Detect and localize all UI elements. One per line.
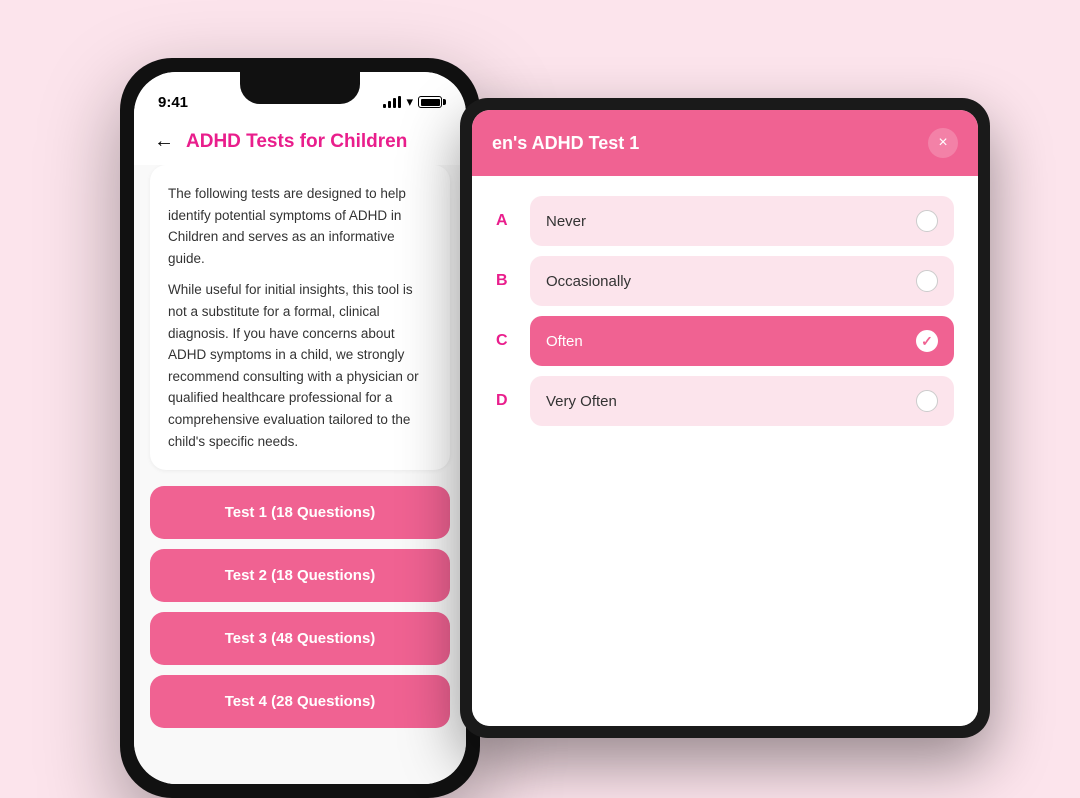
option-row-c: C Often ✓ xyxy=(492,316,958,366)
option-letter-d: D xyxy=(496,392,516,410)
battery-icon xyxy=(418,96,442,108)
option-card-b[interactable]: Occasionally xyxy=(530,256,954,306)
back-button[interactable]: ← xyxy=(154,130,174,153)
checkmark-icon: ✓ xyxy=(921,333,933,350)
test-4-button[interactable]: Test 4 (28 Questions) xyxy=(150,675,450,728)
tablet-device: en's ADHD Test 1 × A Never B Occa xyxy=(460,98,990,738)
option-letter-c: C xyxy=(496,332,516,350)
option-text-b: Occasionally xyxy=(546,273,631,290)
option-radio-d xyxy=(916,390,938,412)
phone-device: 9:41 ▾ ← ADHD Tests for Children xyxy=(120,58,480,798)
option-text-c: Often xyxy=(546,333,583,350)
option-row-d: D Very Often xyxy=(492,376,958,426)
phone-header: ← ADHD Tests for Children xyxy=(134,120,466,165)
option-card-c[interactable]: Often ✓ xyxy=(530,316,954,366)
phone-page-title: ADHD Tests for Children xyxy=(186,131,407,153)
info-card: The following tests are designed to help… xyxy=(150,165,450,470)
status-icons: ▾ xyxy=(383,94,442,110)
option-card-a[interactable]: Never xyxy=(530,196,954,246)
scene: 9:41 ▾ ← ADHD Tests for Children xyxy=(90,38,990,758)
option-text-a: Never xyxy=(546,213,586,230)
option-row-b: B Occasionally xyxy=(492,256,958,306)
test-2-button[interactable]: Test 2 (18 Questions) xyxy=(150,549,450,602)
phone-notch xyxy=(240,72,360,104)
option-text-d: Very Often xyxy=(546,393,617,410)
status-time: 9:41 xyxy=(158,94,188,111)
info-para-2: While useful for initial insights, this … xyxy=(168,279,432,452)
modal-close-button[interactable]: × xyxy=(928,128,958,158)
info-para-1: The following tests are designed to help… xyxy=(168,183,432,269)
option-radio-a xyxy=(916,210,938,232)
phone-status-bar: 9:41 ▾ xyxy=(134,72,466,120)
option-radio-c: ✓ xyxy=(916,330,938,352)
wifi-icon: ▾ xyxy=(406,94,413,110)
option-radio-b xyxy=(916,270,938,292)
modal-body: A Never B Occasionally C xyxy=(472,176,978,726)
modal-header: en's ADHD Test 1 × xyxy=(472,110,978,176)
option-row-a: A Never xyxy=(492,196,958,246)
modal-title: en's ADHD Test 1 xyxy=(492,133,639,154)
option-card-d[interactable]: Very Often xyxy=(530,376,954,426)
option-letter-a: A xyxy=(496,212,516,230)
option-letter-b: B xyxy=(496,272,516,290)
phone-content: The following tests are designed to help… xyxy=(134,165,466,784)
signal-icon xyxy=(383,96,401,108)
test-3-button[interactable]: Test 3 (48 Questions) xyxy=(150,612,450,665)
test-1-button[interactable]: Test 1 (18 Questions) xyxy=(150,486,450,539)
